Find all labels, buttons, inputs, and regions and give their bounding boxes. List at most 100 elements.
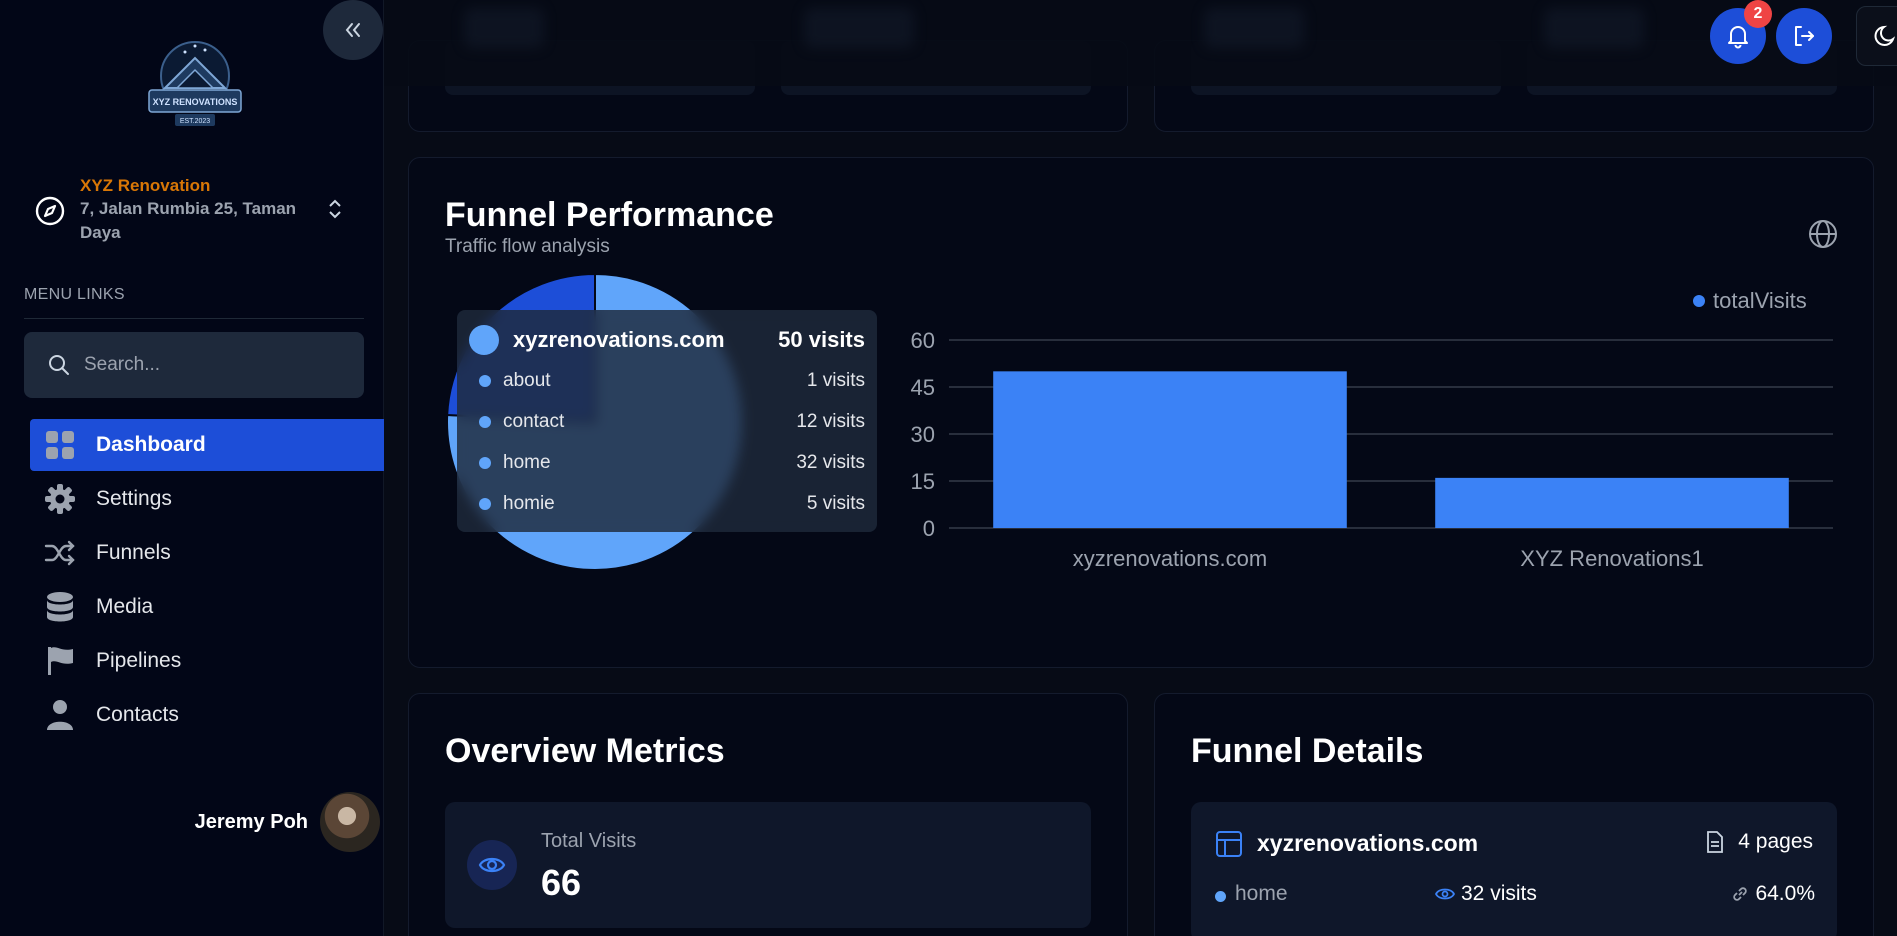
- page-visits-value: 32 visits: [1461, 882, 1537, 905]
- tooltip-total: 50 visits: [778, 327, 865, 352]
- blurred-text: [464, 8, 544, 48]
- link-icon: [1733, 887, 1748, 901]
- tooltip-row-value: 5 visits: [806, 492, 865, 514]
- funnel-performance-title: Funnel Performance: [445, 196, 774, 234]
- row-dot: [479, 415, 491, 428]
- sidebar-item-settings[interactable]: Settings: [30, 473, 384, 525]
- gear-icon: [44, 483, 76, 515]
- tooltip-row-label: home: [503, 451, 551, 473]
- x-tick-label: XYZ Renovations1: [1520, 546, 1703, 571]
- user-profile[interactable]: Jeremy Poh: [150, 792, 380, 852]
- tooltip-row: homie 5 visits: [469, 483, 865, 524]
- tooltip-row-value: 1 visits: [806, 369, 865, 391]
- y-tick-label: 15: [911, 469, 935, 494]
- divider: [24, 318, 364, 319]
- search-input[interactable]: [84, 354, 344, 376]
- compass-icon: [35, 196, 65, 226]
- eye-icon: [1435, 888, 1455, 900]
- chart-legend[interactable]: totalVisits: [1693, 288, 1807, 314]
- sidebar-item-pipelines[interactable]: Pipelines: [30, 635, 384, 687]
- row-dot: [1215, 891, 1226, 902]
- sidebar-item-label: Pipelines: [96, 649, 182, 672]
- globe-icon[interactable]: [1807, 218, 1839, 250]
- tooltip-row-label: homie: [503, 492, 555, 514]
- page-percent: 64.0%: [1731, 882, 1815, 906]
- tooltip-row: home 32 visits: [469, 442, 865, 483]
- logout-icon: [1795, 26, 1814, 46]
- pie-tooltip: xyzrenovations.com 50 visits about 1 vis…: [457, 310, 877, 532]
- notification-count-badge: 2: [1744, 0, 1772, 28]
- bar-chart: 0 15 30 45 60 xyzrenovations.com XYZ Renovatio…: [911, 328, 1833, 571]
- top-bar: 2: [384, 0, 1897, 86]
- blurred-text: [1204, 8, 1304, 48]
- row-dot: [479, 456, 491, 469]
- sidebar-item-label: Settings: [96, 487, 172, 510]
- sidebar-item-media[interactable]: Media: [30, 581, 384, 633]
- bar-1[interactable]: [1435, 477, 1789, 528]
- page-label: home: [1235, 882, 1288, 905]
- y-tick-label: 30: [911, 422, 935, 447]
- shuffle-icon: [44, 537, 76, 569]
- tooltip-row-value: 32 visits: [796, 451, 865, 473]
- workspace-address: 7, Jalan Rumbia 25, Taman Daya: [80, 199, 297, 242]
- funnel-page-row: home 32 visits 64.0%: [1215, 882, 1815, 912]
- sidebar: XYZ RENOVATIONS EST.2023 XYZ Renovation …: [0, 0, 384, 936]
- metric-label: Total Visits: [541, 830, 637, 852]
- funnel-performance-card: Funnel Performance Traffic flow analysis…: [408, 157, 1874, 668]
- overview-metrics-title: Overview Metrics: [445, 732, 725, 770]
- tooltip-row-label: about: [503, 369, 551, 391]
- layout-icon: [1216, 831, 1242, 857]
- sidebar-item-label: Contacts: [96, 703, 179, 726]
- sidebar-item-label: Media: [96, 595, 154, 618]
- funnel-name: xyzrenovations.com: [1257, 830, 1479, 856]
- avatar[interactable]: [320, 792, 380, 852]
- menu-links-label: MENU LINKS: [24, 286, 125, 303]
- tooltip-row-value: 12 visits: [796, 410, 865, 432]
- search-box[interactable]: [24, 332, 364, 398]
- page-percent-value: 64.0%: [1755, 882, 1815, 905]
- funnel-detail-item[interactable]: xyzrenovations.com 4 pages home 32 visit…: [1191, 802, 1837, 936]
- eye-icon: [467, 840, 517, 890]
- funnel-details-title: Funnel Details: [1191, 732, 1424, 770]
- pages-label: 4 pages: [1738, 830, 1813, 853]
- theme-toggle-button[interactable]: [1856, 6, 1897, 66]
- sidebar-item-contacts[interactable]: Contacts: [30, 689, 384, 741]
- database-icon: [44, 591, 76, 623]
- funnel-details-card: Funnel Details xyzrenovations.com 4 page…: [1154, 693, 1874, 936]
- tooltip-row: contact 12 visits: [469, 401, 865, 442]
- legend-label: totalVisits: [1713, 288, 1807, 313]
- bar-0[interactable]: [993, 371, 1347, 528]
- sidebar-item-label: Funnels: [96, 541, 171, 564]
- blurred-text: [1544, 8, 1644, 48]
- user-icon: [44, 699, 76, 731]
- company-logo[interactable]: XYZ RENOVATIONS EST.2023: [145, 40, 245, 132]
- collapse-sidebar-button[interactable]: [323, 0, 383, 60]
- user-name: Jeremy Poh: [194, 810, 308, 833]
- svg-text:EST.2023: EST.2023: [180, 118, 210, 125]
- overview-metrics-card: Overview Metrics Total Visits 66: [408, 693, 1128, 936]
- sidebar-item-dashboard[interactable]: Dashboard: [30, 419, 384, 471]
- tooltip-funnel-name: xyzrenovations.com: [513, 327, 725, 352]
- moon-icon: [1874, 25, 1896, 46]
- search-icon: [49, 355, 69, 375]
- y-tick-label: 0: [923, 516, 935, 541]
- workspace-name: XYZ Renovation: [80, 176, 211, 195]
- total-visits-tile: Total Visits 66: [445, 802, 1091, 928]
- y-tick-label: 45: [911, 375, 935, 400]
- y-tick-label: 60: [911, 328, 935, 353]
- tooltip-row: about 1 visits: [469, 360, 865, 401]
- page-visits: 32 visits: [1435, 882, 1537, 906]
- row-dot: [479, 497, 491, 510]
- flag-icon: [44, 645, 76, 677]
- workspace-switcher[interactable]: XYZ Renovation 7, Jalan Rumbia 25, Taman…: [34, 175, 354, 255]
- logout-button[interactable]: [1776, 8, 1832, 64]
- x-tick-label: xyzrenovations.com: [1073, 546, 1267, 571]
- series-dot: [469, 325, 499, 355]
- funnel-performance-subtitle: Traffic flow analysis: [445, 236, 610, 257]
- metric-value: 66: [541, 862, 582, 903]
- bell-icon: [1728, 26, 1748, 49]
- grid-icon: [44, 429, 76, 461]
- file-icon: [1707, 831, 1724, 853]
- sidebar-item-funnels[interactable]: Funnels: [30, 527, 384, 579]
- row-dot: [479, 374, 491, 387]
